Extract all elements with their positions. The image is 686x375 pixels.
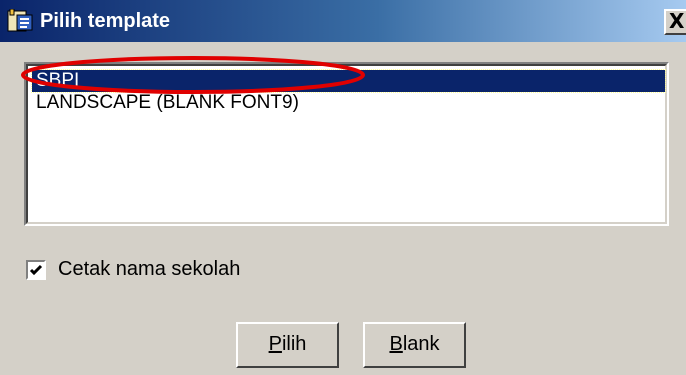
checkmark-icon	[29, 264, 43, 276]
pilih-accel-key: P	[268, 333, 282, 355]
listbox-frame: SBPI LANDSCAPE (BLANK FONT9)	[26, 64, 667, 224]
blank-label-rest: lank	[402, 333, 440, 355]
list-item-landscape[interactable]: LANDSCAPE (BLANK FONT9)	[32, 92, 665, 114]
window-title: Pilih template	[40, 10, 171, 32]
print-school-name-label: Cetak nama sekolah	[58, 258, 241, 280]
blank-button[interactable]: Blank	[363, 322, 466, 368]
close-icon: X	[669, 9, 685, 33]
template-icon	[7, 8, 33, 33]
list-item-label: SBPI	[36, 70, 80, 91]
dialog-window: Pilih template X SBPI LANDSCAPE (BLANK F…	[0, 0, 686, 375]
template-listbox[interactable]: SBPI LANDSCAPE (BLANK FONT9)	[24, 62, 669, 226]
blank-accel-key: B	[389, 333, 403, 355]
pilih-label-rest: ilih	[281, 333, 307, 355]
title-bar[interactable]: Pilih template X	[0, 0, 686, 42]
close-button[interactable]: X	[664, 9, 686, 35]
list-item-label: LANDSCAPE (BLANK FONT9)	[36, 92, 299, 113]
list-item-sbpi[interactable]: SBPI	[31, 69, 666, 93]
print-school-name-checkbox[interactable]	[26, 260, 46, 280]
pilih-button[interactable]: Pilih	[236, 322, 339, 368]
